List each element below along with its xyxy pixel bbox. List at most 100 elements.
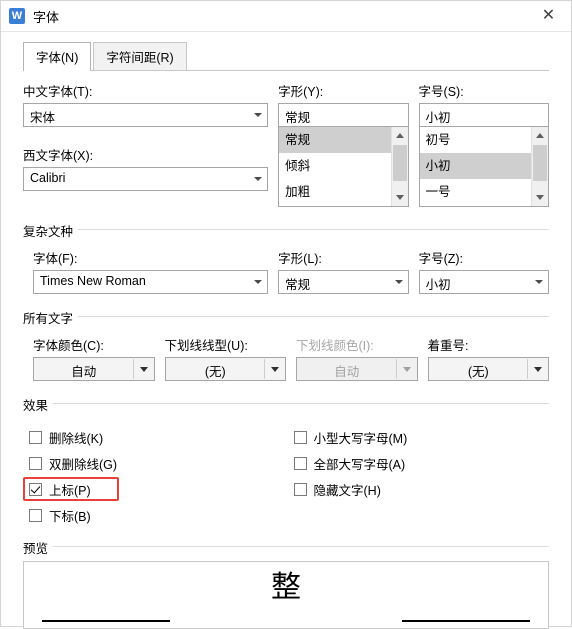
close-icon[interactable]: ✕ — [526, 1, 571, 31]
complex-script-group-title: 复杂文种 — [23, 221, 79, 240]
scroll-up-icon[interactable] — [391, 127, 408, 144]
chinese-font-combo[interactable]: 宋体 — [23, 103, 269, 127]
checkbox-subscript[interactable]: 下标(B) — [23, 502, 285, 528]
emphasis-combo[interactable]: (无) — [427, 357, 549, 381]
underline-color-label-wrap: 下划线颜色(I): — [296, 335, 418, 357]
checkbox-label: 下标(B) — [49, 509, 91, 524]
preview-group-title: 预览 — [23, 538, 54, 557]
chinese-font-label: 中文字体(T): — [23, 85, 93, 99]
underline-style-value: (无) — [204, 365, 226, 379]
underline-style-label-wrap: 下划线线型(U): — [165, 335, 287, 357]
font-color-value: 自动 — [71, 365, 97, 379]
latin-font-labels-row: 中文字体(T): 字形(Y): 字号(S): — [23, 81, 549, 103]
checkbox-hidden-text[interactable]: 隐藏文字(H) — [288, 476, 550, 502]
checkbox-icon[interactable] — [29, 482, 42, 496]
list-item[interactable]: 初号 — [420, 127, 531, 153]
effects-group: 效果 删除线(K) 双删除线(G) 上标(P) 下标(B) 小型大写字母(M) … — [23, 395, 549, 528]
checkbox-icon[interactable] — [29, 430, 42, 444]
complex-size-value: 小初 — [425, 278, 451, 292]
underline-color-combo: 自动 — [296, 357, 418, 381]
chevron-down-icon[interactable] — [139, 367, 148, 372]
chevron-down-icon[interactable] — [394, 280, 403, 284]
chevron-down-icon[interactable] — [271, 367, 279, 372]
scrollbar-thumb[interactable] — [392, 145, 407, 181]
app-icon: W — [9, 8, 25, 24]
complex-size-label-wrap: 字号(Z): — [419, 248, 549, 270]
chevron-down-icon[interactable] — [535, 280, 543, 284]
checkbox-strikethrough[interactable]: 删除线(K) — [23, 424, 285, 450]
western-font-value: Calibri — [30, 171, 66, 185]
list-item[interactable]: 小初 — [419, 153, 531, 179]
scroll-up-icon[interactable] — [532, 127, 548, 144]
chevron-down-icon[interactable] — [254, 113, 263, 117]
size-field-wrap: 小初 — [418, 103, 549, 127]
complex-style-value: 常规 — [285, 278, 311, 292]
font-color-field-wrap: 自动 — [33, 357, 155, 381]
checkbox-superscript[interactable]: 上标(P) — [23, 476, 285, 502]
preview-sample-text: 整 — [271, 570, 301, 605]
scroll-down-icon[interactable] — [391, 189, 408, 206]
complex-size-combo[interactable]: 小初 — [418, 270, 549, 294]
checkbox-icon[interactable] — [29, 456, 42, 470]
effects-group-title: 效果 — [23, 395, 54, 414]
font-style-input[interactable]: 常规 — [278, 103, 409, 127]
scrollbar-thumb[interactable] — [533, 145, 547, 181]
chevron-down-icon[interactable] — [534, 367, 542, 372]
complex-size-label: 字号(Z): — [418, 252, 464, 266]
checkbox-small-caps[interactable]: 小型大写字母(M) — [288, 424, 550, 450]
group-divider — [23, 403, 549, 404]
tab-font[interactable]: 字体(N) — [23, 42, 92, 71]
style-field-wrap: 常规 — [278, 103, 409, 127]
all-text-body: 字体颜色(C): 下划线线型(U): 下划线颜色(I): 着重号: 自动 (无)… — [23, 327, 549, 381]
scroll-down-icon[interactable] — [532, 189, 548, 206]
font-dialog: W 字体 ✕ 字体(N) 字符间距(R) 中文字体(T): 字形(Y): 字号(… — [0, 0, 572, 629]
list-item[interactable]: 倾斜 — [279, 153, 390, 179]
chinese-font-label-wrap: 中文字体(T): — [23, 81, 268, 103]
complex-style-label-wrap: 字形(L): — [278, 248, 408, 270]
effects-body: 删除线(K) 双删除线(G) 上标(P) 下标(B) 小型大写字母(M) 全部大… — [23, 418, 549, 528]
list-item[interactable]: 常规 — [279, 127, 391, 153]
checkbox-icon[interactable] — [29, 508, 42, 522]
western-font-combo[interactable]: Calibri — [23, 167, 269, 191]
divider — [527, 359, 528, 379]
style-label-wrap: 字形(Y): — [278, 81, 408, 103]
checkbox-double-strikethrough[interactable]: 双删除线(G) — [23, 450, 285, 476]
emphasis-field-wrap: (无) — [427, 357, 549, 381]
chevron-down-icon[interactable] — [254, 177, 263, 181]
group-divider — [23, 229, 549, 230]
font-style-listbox[interactable]: 常规 倾斜 加粗 — [278, 127, 409, 207]
chevron-down-icon[interactable] — [254, 280, 263, 284]
latin-font-inputs-row: 宋体 常规 小初 — [23, 103, 549, 127]
font-size-listbox[interactable]: 初号 小初 一号 — [418, 127, 549, 207]
list-item[interactable]: 一号 — [420, 179, 531, 205]
font-style-list-wrap: 常规 倾斜 加粗 — [278, 127, 409, 207]
font-style-scrollbar[interactable] — [390, 127, 408, 206]
font-color-combo[interactable]: 自动 — [33, 357, 155, 381]
underline-style-field-wrap: (无) — [164, 357, 286, 381]
list-item[interactable]: 加粗 — [279, 179, 390, 205]
complex-font-value: Times New Roman — [40, 274, 146, 288]
checkbox-label: 双删除线(G) — [49, 457, 118, 472]
checkbox-icon[interactable] — [293, 482, 307, 496]
divider — [132, 359, 134, 379]
tab-character-spacing[interactable]: 字符间距(R) — [93, 42, 187, 71]
checkbox-icon[interactable] — [293, 430, 307, 444]
all-text-group-title: 所有文字 — [23, 308, 79, 327]
title-bar: W 字体 ✕ — [1, 1, 571, 32]
underline-style-combo[interactable]: (无) — [164, 357, 286, 381]
font-color-label-wrap: 字体颜色(C): — [33, 335, 155, 357]
font-size-scrollbar[interactable] — [531, 127, 548, 206]
effects-left-column: 删除线(K) 双删除线(G) 上标(P) 下标(B) — [23, 424, 285, 528]
complex-font-combo[interactable]: Times New Roman — [33, 270, 269, 294]
preview-rule-left — [42, 620, 170, 622]
checkbox-all-caps[interactable]: 全部大写字母(A) — [288, 450, 550, 476]
font-size-input[interactable]: 小初 — [418, 103, 549, 127]
tab-underline — [23, 70, 549, 71]
underline-color-label: 下划线颜色(I): — [296, 339, 374, 353]
checkbox-icon[interactable] — [293, 456, 307, 470]
western-font-col: 西文字体(X): Calibri — [23, 127, 269, 207]
western-font-label: 西文字体(X): — [23, 149, 94, 163]
font-size-list-wrap: 初号 小初 一号 — [418, 127, 549, 207]
emphasis-value: (无) — [467, 365, 489, 379]
complex-style-combo[interactable]: 常规 — [278, 270, 409, 294]
